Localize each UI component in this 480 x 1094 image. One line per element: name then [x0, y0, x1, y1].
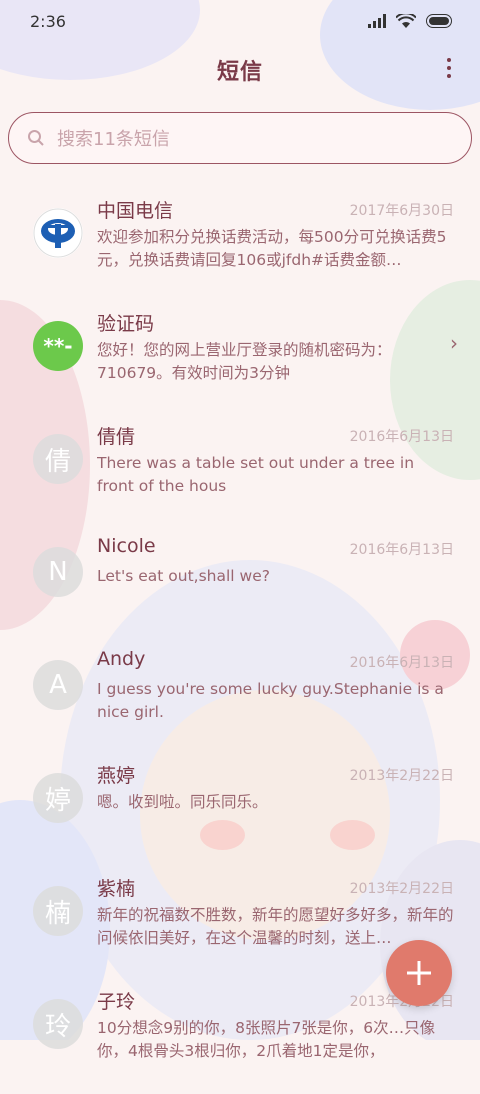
- battery-icon: [426, 14, 452, 28]
- avatar: 楠: [33, 886, 83, 936]
- plus-icon: [407, 961, 431, 985]
- avatar: A: [33, 660, 83, 710]
- china-telecom-logo-icon: [33, 208, 83, 258]
- avatar: N: [33, 547, 83, 597]
- contact-name: 紫楠: [97, 878, 136, 900]
- wifi-icon: [396, 13, 416, 28]
- avatar: 倩: [33, 434, 83, 484]
- message-date: 2017年6月30日: [349, 203, 454, 219]
- message-date: 2013年2月22日: [349, 768, 454, 784]
- conversation-item[interactable]: 婷 燕婷 2013年2月22日 嗯。收到啦。同乐同乐。: [0, 755, 480, 868]
- search-placeholder: 搜索11条短信: [57, 129, 170, 150]
- search-icon: [28, 130, 44, 146]
- page-title: 短信: [216, 60, 263, 85]
- contact-name: 子玲: [97, 991, 136, 1013]
- conversation-item[interactable]: **- 验证码 您好！您的网上营业厅登录的随机密码为：710679。有效时间为3…: [0, 303, 480, 416]
- chevron-right-icon[interactable]: ›: [450, 331, 458, 355]
- message-preview: There was a table set out under a tree i…: [97, 454, 415, 495]
- conversation-item[interactable]: 倩 倩倩 2016年6月13日 There was a table set ou…: [0, 416, 480, 529]
- message-preview: I guess you're some lucky guy.Stephanie …: [97, 680, 444, 721]
- message-preview: 10分想念9别的你，8张照片7张是你，6次…只像你，4根骨头3根归你，2爪着地1…: [97, 1019, 436, 1060]
- conversation-item[interactable]: 中国电信 2017年6月30日 欢迎参加积分兑换话费活动，每500分可兑换话费5…: [0, 190, 480, 303]
- status-time: 2:36: [30, 11, 66, 31]
- contact-name: 验证码: [97, 313, 155, 335]
- message-preview: Let's eat out,shall we?: [97, 567, 270, 585]
- message-date: 2016年6月13日: [349, 429, 454, 445]
- avatar: 玲: [33, 999, 83, 1049]
- new-message-button[interactable]: [386, 940, 452, 1006]
- message-preview: 新年的祝福数不胜数，新年的愿望好多好多，新年的问候依旧美好，在这个温馨的时刻，送…: [97, 906, 454, 947]
- verification-code-icon: **-: [33, 321, 83, 371]
- more-options-icon[interactable]: [446, 58, 452, 82]
- contact-name: Nicole: [97, 535, 156, 557]
- signal-icon: [368, 14, 386, 28]
- message-date: 2016年6月13日: [349, 542, 454, 558]
- avatar: 婷: [33, 773, 83, 823]
- message-preview: 嗯。收到啦。同乐同乐。: [97, 793, 268, 811]
- contact-name: Andy: [97, 648, 146, 670]
- conversation-item[interactable]: A Andy 2016年6月13日 I guess you're some lu…: [0, 642, 480, 755]
- contact-name: 燕婷: [97, 765, 136, 787]
- conversation-item[interactable]: N Nicole 2016年6月13日 Let's eat out,shall …: [0, 529, 480, 642]
- status-bar: 2:36: [0, 0, 480, 42]
- contact-name: 中国电信: [97, 200, 174, 222]
- message-date: 2013年2月22日: [349, 881, 454, 897]
- message-date: 2016年6月13日: [349, 655, 454, 671]
- message-preview: 欢迎参加积分兑换话费活动，每500分可兑换话费5元，兑换话费请回复106或jfd…: [97, 228, 447, 269]
- app-header: 短信: [0, 42, 480, 98]
- contact-name: 倩倩: [97, 426, 136, 448]
- message-preview: 您好！您的网上营业厅登录的随机密码为：710679。有效时间为3分钟: [97, 341, 392, 382]
- search-input[interactable]: 搜索11条短信: [8, 112, 472, 164]
